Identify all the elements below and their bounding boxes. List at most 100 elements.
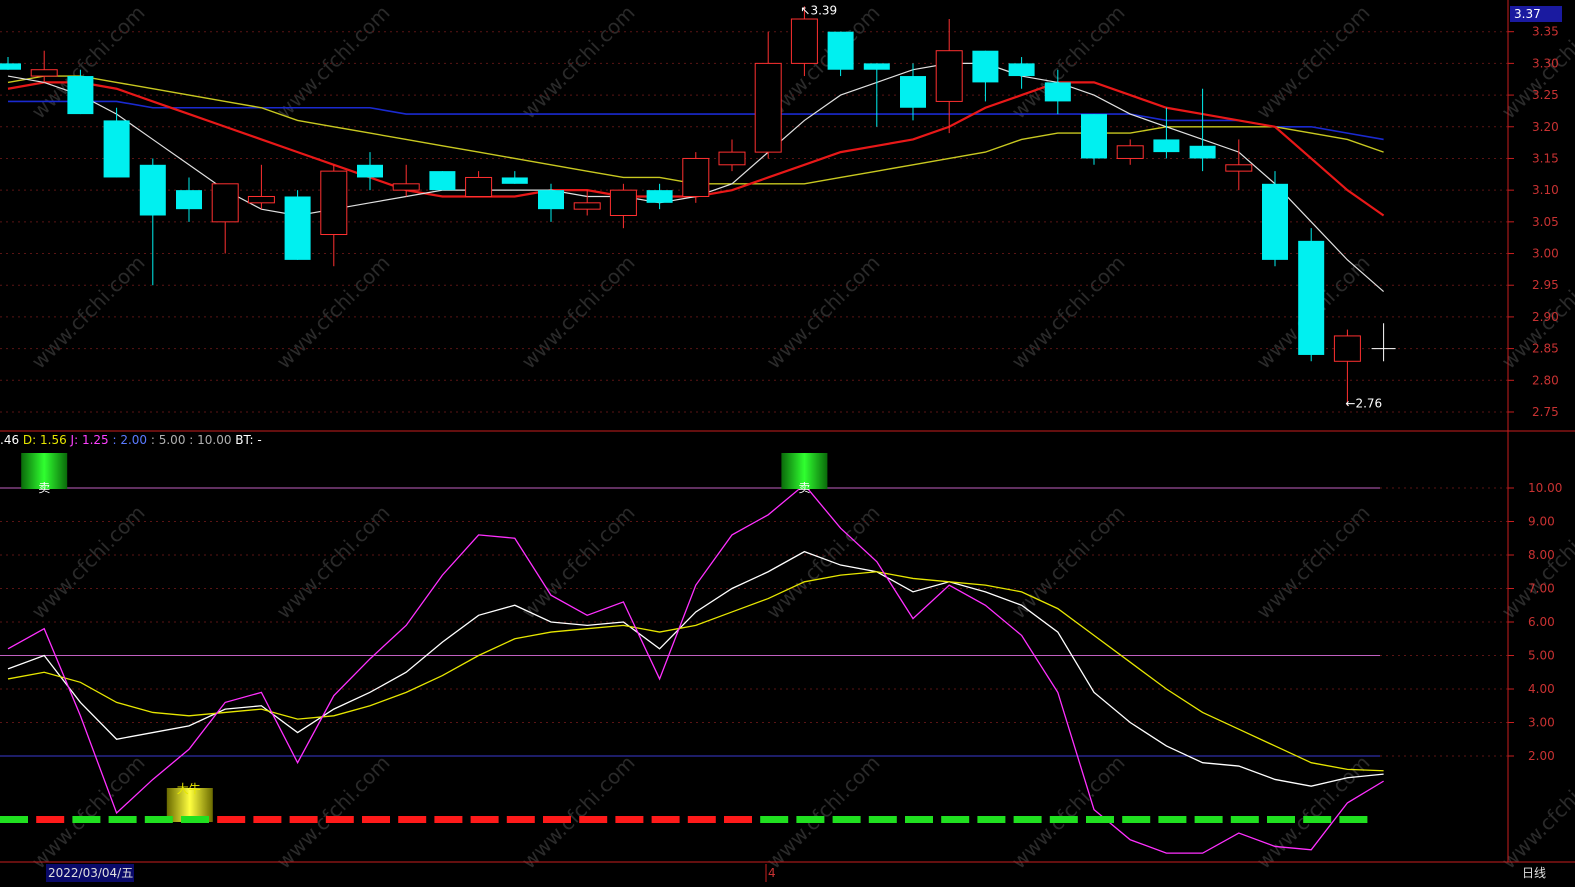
watermark-text: www.cfchi.com bbox=[1007, 1, 1130, 124]
watermark-text: www.cfchi.com bbox=[762, 501, 885, 624]
state-bar-segment bbox=[1122, 816, 1151, 823]
candle-body bbox=[0, 63, 21, 70]
watermark-text: www.cfchi.com bbox=[272, 251, 395, 374]
candle-body bbox=[682, 157, 710, 197]
price-tick-label: 2.80 bbox=[1532, 373, 1559, 387]
indicator-header-item: BT: - bbox=[231, 433, 261, 447]
candle-body bbox=[538, 190, 564, 210]
state-bar-segment bbox=[1194, 816, 1223, 823]
candle-body bbox=[1044, 82, 1071, 102]
candle-body bbox=[1262, 183, 1288, 260]
watermark-text: www.cfchi.com bbox=[27, 251, 150, 374]
state-bar-segment bbox=[651, 816, 680, 823]
candle-body bbox=[284, 196, 311, 260]
candle-body bbox=[609, 189, 637, 217]
candle-body bbox=[320, 170, 348, 236]
candle-body bbox=[718, 151, 746, 166]
price-tick-label: 2.90 bbox=[1532, 310, 1559, 324]
watermark-text: www.cfchi.com bbox=[517, 1, 640, 124]
state-bar-segment bbox=[868, 816, 897, 823]
watermark-text: www.cfchi.com bbox=[517, 501, 640, 624]
high-price-label: ↖3.39 bbox=[800, 3, 837, 17]
state-bar-segment bbox=[434, 816, 463, 823]
state-bar-segment bbox=[398, 816, 427, 823]
watermark-text: www.cfchi.com bbox=[272, 1, 395, 124]
candle-body bbox=[827, 31, 854, 70]
state-bar-segment bbox=[796, 816, 825, 823]
candle-body bbox=[1225, 164, 1253, 172]
price-tick-label: 3.35 bbox=[1532, 25, 1559, 39]
watermark-text: www.cfchi.com bbox=[27, 751, 150, 874]
indicator-tick-label: 8.00 bbox=[1528, 548, 1555, 562]
state-bar-segment bbox=[615, 816, 644, 823]
state-bar-segment bbox=[1267, 816, 1295, 823]
price-tick-label: 3.30 bbox=[1532, 56, 1559, 70]
watermark-text: www.cfchi.com bbox=[517, 751, 640, 874]
indicator-header-item: .46 bbox=[0, 433, 19, 447]
state-bar-segment bbox=[253, 816, 282, 823]
state-bar-segment bbox=[687, 816, 716, 823]
state-bar-segment bbox=[1339, 816, 1368, 823]
indicator-header-item: : 2.00 bbox=[109, 433, 147, 447]
candle-body bbox=[392, 183, 420, 191]
state-bar-segment bbox=[1013, 816, 1042, 823]
candle-body bbox=[1189, 145, 1216, 159]
price-tick-label: 2.75 bbox=[1532, 405, 1559, 419]
state-bar-segment bbox=[977, 816, 1006, 823]
candle-body bbox=[754, 62, 782, 153]
candle-body bbox=[646, 190, 673, 203]
indicator-header-item: : 10.00 bbox=[185, 433, 231, 447]
state-bar-segment bbox=[36, 816, 65, 823]
state-bar-segment bbox=[470, 816, 499, 823]
state-bar bbox=[0, 816, 1368, 823]
state-bar-segment bbox=[108, 816, 137, 823]
state-bar-segment bbox=[1158, 816, 1187, 823]
candlestick-series[interactable] bbox=[0, 6, 1396, 406]
bull-signal-label: 大牛 bbox=[177, 781, 201, 796]
watermark-text: www.cfchi.com bbox=[1252, 751, 1375, 874]
kdj-line-2 bbox=[7, 483, 1384, 854]
indicator-tick-label: 2.00 bbox=[1528, 749, 1555, 763]
state-bar-segment bbox=[72, 816, 101, 823]
candle-body bbox=[465, 176, 493, 197]
price-tick-label: 3.20 bbox=[1532, 120, 1559, 134]
candle-body bbox=[1298, 240, 1325, 355]
indicator-tick-label: 4.00 bbox=[1528, 682, 1555, 696]
current-price-label: 3.37 bbox=[1514, 7, 1541, 21]
candle-body bbox=[211, 183, 239, 223]
state-bar-segment bbox=[905, 816, 933, 823]
state-bar-segment bbox=[1303, 816, 1332, 823]
candle-body bbox=[429, 171, 456, 191]
candle-body bbox=[30, 69, 58, 77]
state-bar-segment bbox=[543, 816, 571, 823]
candle-body bbox=[1153, 139, 1180, 153]
candle-body bbox=[863, 63, 890, 70]
watermark-text: www.cfchi.com bbox=[272, 501, 395, 624]
indicator-tick-label: 5.00 bbox=[1528, 649, 1555, 663]
grid-layer bbox=[0, 31, 1508, 757]
watermark-text: www.cfchi.com bbox=[762, 751, 885, 874]
watermark-text: www.cfchi.com bbox=[1252, 1, 1375, 124]
state-bar-segment bbox=[217, 816, 246, 823]
price-tick-label: 3.10 bbox=[1532, 183, 1559, 197]
state-bar-segment bbox=[1086, 816, 1114, 823]
indicator-header-item: : 5.00 bbox=[147, 433, 185, 447]
indicator-header-item: J: 1.25 bbox=[67, 433, 109, 447]
candle-body bbox=[972, 50, 999, 83]
kdj-lines bbox=[7, 483, 1384, 854]
state-bar-segment bbox=[325, 816, 354, 823]
state-bar-segment bbox=[362, 816, 390, 823]
candle-body bbox=[1116, 145, 1144, 159]
period-label[interactable]: 日线 bbox=[1522, 866, 1546, 880]
indicator-tick-label: 9.00 bbox=[1528, 515, 1555, 529]
low-price-label: ←2.76 bbox=[1345, 397, 1382, 411]
state-bar-segment bbox=[181, 816, 209, 823]
candle-body bbox=[573, 202, 601, 210]
state-bar-segment bbox=[832, 816, 861, 823]
watermark-text: www.cfchi.com bbox=[762, 251, 885, 374]
state-bar-segment bbox=[760, 816, 789, 823]
indicator-tick-label: 7.00 bbox=[1528, 582, 1555, 596]
candle-body bbox=[103, 120, 130, 178]
indicator-tick-label: 10.00 bbox=[1528, 481, 1562, 495]
state-bar-segment bbox=[144, 816, 173, 823]
